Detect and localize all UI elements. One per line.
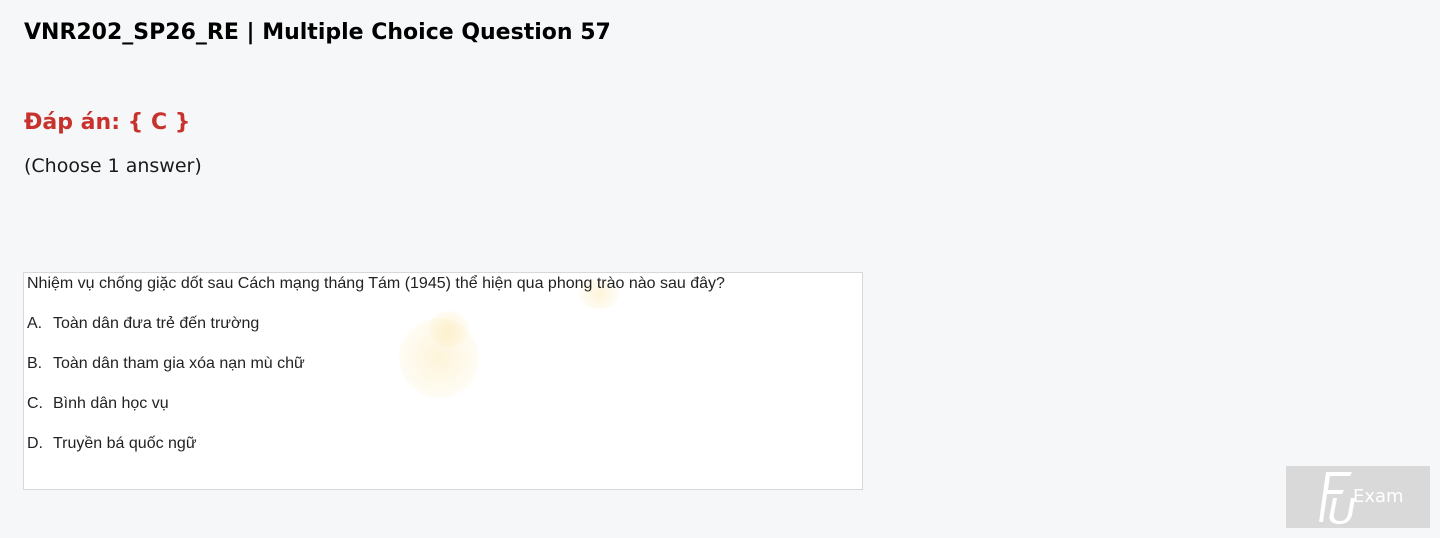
page-title: VNR202_SP26_RE | Multiple Choice Questio… bbox=[24, 20, 611, 45]
option-text: Toàn dân tham gia xóa nạn mù chữ bbox=[53, 355, 305, 372]
answer-instruction: (Choose 1 answer) bbox=[24, 155, 202, 177]
option-text: Toàn dân đưa trẻ đến trường bbox=[53, 315, 260, 332]
watermark-decoration bbox=[429, 311, 469, 347]
option-text: Truyền bá quốc ngữ bbox=[53, 435, 197, 452]
option-text: Bình dân học vụ bbox=[53, 395, 169, 412]
fu-exam-logo: Exam bbox=[1286, 466, 1430, 528]
question-text: Nhiệm vụ chống giặc dốt sau Cách mạng th… bbox=[27, 275, 725, 292]
option-letter: B. bbox=[27, 355, 43, 372]
answer-key: Đáp án: { C } bbox=[24, 110, 191, 135]
logo-text: Exam bbox=[1353, 486, 1404, 507]
option-letter: D. bbox=[27, 435, 43, 452]
option-c: C. Bình dân học vụ bbox=[27, 395, 169, 413]
option-b: B. Toàn dân tham gia xóa nạn mù chữ bbox=[27, 355, 305, 373]
option-letter: A. bbox=[27, 315, 43, 332]
option-d: D. Truyền bá quốc ngữ bbox=[27, 435, 197, 453]
option-a: A. Toàn dân đưa trẻ đến trường bbox=[27, 315, 259, 333]
question-image: Nhiệm vụ chống giặc dốt sau Cách mạng th… bbox=[23, 272, 863, 490]
option-letter: C. bbox=[27, 395, 43, 412]
